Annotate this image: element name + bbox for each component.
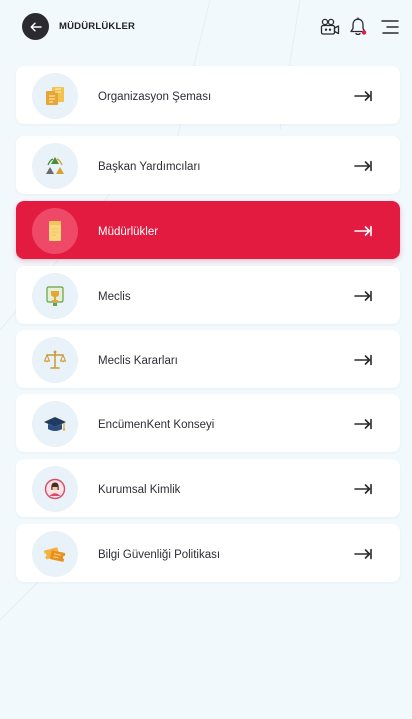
trophy-icon: [46, 286, 64, 306]
menu-item-label: Bilgi Güvenliği Politikası: [98, 549, 221, 561]
menu-item-baskan-yardimcilari[interactable]: Başkan Yardımcıları: [16, 136, 400, 194]
video-camera-icon: [320, 18, 340, 35]
menu-item-icon-circle: [32, 337, 78, 383]
menu-item-bilgi-guvenligi-politikasi[interactable]: Bilgi Güvenliği Politikası: [16, 524, 400, 582]
org-chart-icon: [46, 87, 64, 105]
arrow-right-icon: [354, 483, 372, 495]
arrow-right-icon: [354, 354, 372, 366]
menu-item-mudurlukler[interactable]: Müdürlükler: [16, 201, 400, 259]
menu-item-meclis-kararlari[interactable]: Meclis Kararları: [16, 330, 400, 388]
menu-item-meclis[interactable]: Meclis: [16, 266, 400, 324]
app-header: MÜDÜRLÜKLER: [0, 0, 412, 56]
graduation-cap-icon: [44, 417, 66, 431]
menu-item-label: Başkan Yardımcıları: [98, 161, 201, 173]
notifications-button[interactable]: [347, 16, 369, 38]
menu-item-icon-circle: [32, 531, 78, 577]
arrow-right-icon: [354, 548, 372, 560]
menu-item-icon-circle: [32, 208, 78, 254]
tickets-icon: [43, 547, 67, 562]
menu-item-label: Kurumsal Kimlik: [98, 484, 181, 496]
menu-item-label: Organizasyon Şeması: [98, 91, 212, 103]
menu-item-icon-circle: [32, 401, 78, 447]
arrow-right-icon: [354, 90, 372, 102]
arrow-right-icon: [354, 160, 372, 172]
video-camera-button[interactable]: [319, 16, 341, 38]
menu-item-icon-circle: [32, 466, 78, 512]
page-title: MÜDÜRLÜKLER: [59, 21, 136, 32]
menu-item-label: EncümenKent Konseyi: [98, 419, 215, 431]
person-badge-icon: [44, 478, 66, 500]
arrow-right-icon: [354, 225, 372, 237]
menu-item-icon-circle: [32, 73, 78, 119]
menu-item-icon-circle: [32, 143, 78, 189]
menu-icon: [381, 20, 399, 34]
menu-item-kurumsal-kimlik[interactable]: Kurumsal Kimlik: [16, 459, 400, 517]
bell-icon: [350, 17, 367, 36]
menu-item-icon-circle: [32, 273, 78, 319]
back-button[interactable]: [22, 13, 49, 40]
folder-icon: [49, 221, 61, 241]
notification-dot: [361, 30, 367, 35]
arrow-right-icon: [354, 290, 372, 302]
menu-item-label: Müdürlükler: [98, 226, 159, 238]
arrow-right-icon: [354, 418, 372, 430]
menu-item-label: Meclis Kararları: [98, 355, 178, 367]
menu-item-encumenkent-konseyi[interactable]: EncümenKent Konseyi: [16, 394, 400, 452]
menu-button[interactable]: [379, 16, 401, 38]
arrow-left-icon: [30, 22, 42, 31]
recycle-icon: [46, 157, 64, 174]
scales-icon: [43, 350, 67, 369]
menu-item-organizasyon-semasi[interactable]: Organizasyon Şeması: [16, 66, 400, 124]
menu-item-label: Meclis: [98, 291, 131, 303]
